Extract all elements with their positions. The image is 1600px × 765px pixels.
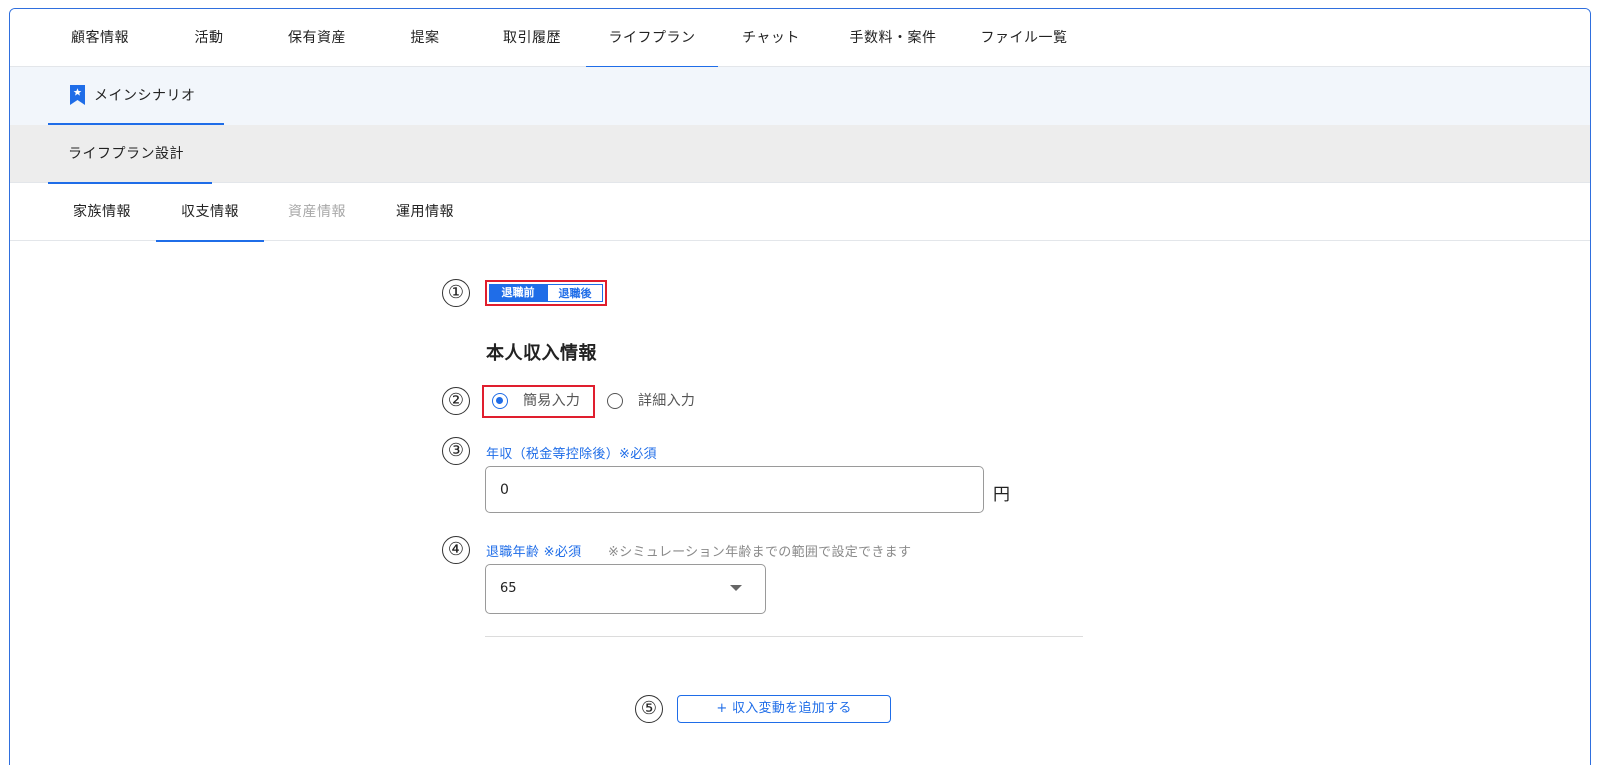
app-frame: 顧客情報 活動 保有資産 提案 取引履歴 ライフプラン チャット 手数料・案件 … — [9, 8, 1591, 765]
scenario-label: メインシナリオ — [94, 88, 196, 104]
toggle-after-retirement[interactable]: 退職後 — [547, 284, 603, 302]
tab-family-info[interactable]: 家族情報 — [58, 183, 146, 241]
tab-asset-info: 資産情報 — [288, 204, 346, 220]
period-toggle-group: 退職前 退職後 — [485, 280, 607, 306]
tab-customer-info[interactable]: 顧客情報 — [58, 9, 142, 67]
radio-detailed-input[interactable] — [607, 393, 623, 409]
tab-proposal[interactable]: 提案 — [394, 9, 456, 67]
retirement-age-label: 退職年齢 ※必須 — [486, 545, 582, 560]
retirement-age-value: 65 — [500, 581, 517, 596]
scenario-bar: メインシナリオ — [10, 67, 1590, 125]
marker-5: ⑤ — [635, 695, 663, 723]
top-tab-bar: 顧客情報 活動 保有資産 提案 取引履歴 ライフプラン チャット 手数料・案件 … — [10, 9, 1590, 68]
radio-simple-input-label[interactable]: 簡易入力 — [523, 392, 580, 410]
radio-simple-input[interactable] — [492, 393, 508, 409]
tab-life-plan[interactable]: ライフプラン — [586, 9, 718, 68]
annual-income-unit: 円 — [993, 485, 1010, 505]
retirement-age-note: ※シミュレーション年齢までの範囲で設定できます — [608, 545, 912, 560]
tab-transaction-history[interactable]: 取引履歴 — [488, 9, 576, 67]
annual-income-label: 年収（税金等控除後）※必須 — [486, 447, 657, 462]
caret-down-icon — [730, 585, 742, 591]
tab-income-expense[interactable]: 収支情報 — [156, 183, 264, 242]
bookmark-star-icon — [70, 85, 85, 105]
marker-4: ④ — [442, 536, 470, 564]
section-title: 本人収入情報 — [486, 343, 597, 364]
tab-life-plan-design[interactable]: ライフプラン設計 — [48, 125, 212, 184]
toggle-before-retirement[interactable]: 退職前 — [489, 284, 547, 302]
tab-file-list[interactable]: ファイル一覧 — [968, 9, 1080, 67]
add-income-change-button[interactable]: + 収入変動を追加する — [677, 695, 891, 723]
section-divider — [485, 636, 1083, 637]
sub-tab-bar: 家族情報 収支情報 資産情報 運用情報 — [10, 183, 1590, 242]
design-bar: ライフプラン設計 — [10, 125, 1590, 184]
radio-detailed-input-label[interactable]: 詳細入力 — [638, 392, 695, 410]
tab-fees-cases[interactable]: 手数料・案件 — [836, 9, 950, 67]
tab-holdings[interactable]: 保有資産 — [274, 9, 360, 67]
retirement-age-select[interactable]: 65 — [485, 564, 766, 614]
marker-3: ③ — [442, 437, 470, 465]
tab-activity[interactable]: 活動 — [176, 9, 242, 67]
annual-income-input[interactable] — [485, 466, 984, 513]
tab-investment-info[interactable]: 運用情報 — [382, 183, 468, 241]
marker-2: ② — [442, 387, 470, 415]
marker-1: ① — [442, 279, 470, 307]
tab-main-scenario[interactable]: メインシナリオ — [48, 67, 224, 125]
tab-chat[interactable]: チャット — [728, 9, 814, 67]
